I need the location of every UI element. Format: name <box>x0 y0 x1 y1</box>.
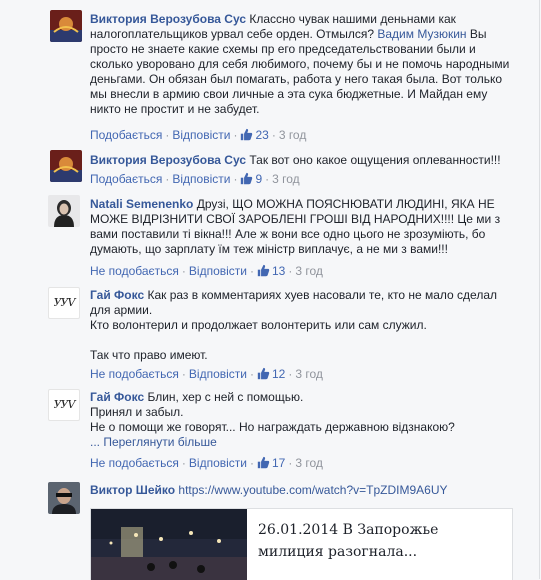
avatar[interactable] <box>48 195 80 227</box>
see-more-link[interactable]: ... Переглянути більше <box>90 435 217 449</box>
reply-button[interactable]: Відповісти <box>172 128 230 142</box>
thumbs-up-icon <box>240 172 253 188</box>
comment-actions: Подобається · Відповісти · 23 · 3 год <box>90 128 307 144</box>
comment-actions: Не подобається · Відповісти · 17 · 3 год <box>90 456 323 472</box>
video-thumbnail[interactable] <box>91 509 247 580</box>
avatar[interactable] <box>48 482 80 514</box>
comment-actions: Не подобається · Відповісти · 13 · 3 год <box>90 264 323 280</box>
unlike-button[interactable]: Не подобається <box>90 367 179 381</box>
comment-text: Виктория Верозубова Сус Классно чувак на… <box>90 12 510 116</box>
comments-panel: Виктория Верозубова Сус Классно чувак на… <box>0 0 540 580</box>
comment-text: Natali Semenenko Друзі, ЩО МОЖНА ПОЯСНЮВ… <box>90 197 501 256</box>
like-count[interactable]: 23 <box>255 128 268 142</box>
comment-author[interactable]: Виктор Шейко <box>90 483 175 497</box>
comment-text: Виктор Шейко https://www.youtube.com/wat… <box>90 483 510 498</box>
reply-button[interactable]: Відповісти <box>189 264 247 278</box>
comment-author[interactable]: Виктория Верозубова Сус <box>90 153 246 167</box>
timestamp[interactable]: 3 год <box>295 367 323 381</box>
like-button[interactable]: Подобається <box>90 128 162 142</box>
timestamp[interactable]: 3 год <box>279 128 307 142</box>
thumbs-up-icon <box>257 264 270 280</box>
reply-button[interactable]: Відповісти <box>189 456 247 470</box>
avatar[interactable] <box>50 10 82 42</box>
comment-text: Гай Фокс Как раз в комментариях хуев нас… <box>90 288 497 362</box>
comment-actions: Подобається · Відповісти · 9 · 3 год <box>90 172 300 188</box>
like-count[interactable]: 13 <box>272 264 285 278</box>
video-preview-card[interactable]: 26.01.2014 В Запорожье милиция разогнала… <box>90 508 513 580</box>
video-title[interactable]: 26.01.2014 В Запорожье милиция разогнала… <box>258 519 508 563</box>
comment-text: Гай Фокс Блин, хер с ней с помощью. Прин… <box>90 390 455 449</box>
like-count[interactable]: 9 <box>255 172 262 186</box>
like-count[interactable]: 12 <box>272 367 285 381</box>
unlike-button[interactable]: Не подобається <box>90 264 179 278</box>
comment-author[interactable]: Виктория Верозубова Сус <box>90 12 246 26</box>
comment-author[interactable]: Natali Semenenko <box>90 197 193 211</box>
like-button[interactable]: Подобається <box>90 172 162 186</box>
avatar[interactable]: УУV <box>48 287 80 319</box>
thumbs-up-icon <box>257 456 270 472</box>
reply-button[interactable]: Відповісти <box>172 172 230 186</box>
unlike-button[interactable]: Не подобається <box>90 456 179 470</box>
reply-button[interactable]: Відповісти <box>189 367 247 381</box>
thumbs-up-icon <box>240 128 253 144</box>
timestamp[interactable]: 3 год <box>295 264 323 278</box>
thumbs-up-icon <box>257 367 270 383</box>
comment-text: Виктория Верозубова Сус Так вот оно како… <box>90 153 501 167</box>
comment-author[interactable]: Гай Фокс <box>90 288 144 302</box>
like-count[interactable]: 17 <box>272 456 285 470</box>
avatar[interactable] <box>50 150 82 182</box>
youtube-link[interactable]: https://www.youtube.com/watch?v=TpZDIM9A… <box>178 483 447 497</box>
comment-author[interactable]: Гай Фокс <box>90 390 144 404</box>
avatar[interactable]: УУV <box>48 389 80 421</box>
timestamp[interactable]: 3 год <box>272 172 300 186</box>
timestamp[interactable]: 3 год <box>295 456 323 470</box>
comment-actions: Не подобається · Відповісти · 12 · 3 год <box>90 367 323 383</box>
mention-link[interactable]: Вадим Музюкин <box>377 27 466 41</box>
